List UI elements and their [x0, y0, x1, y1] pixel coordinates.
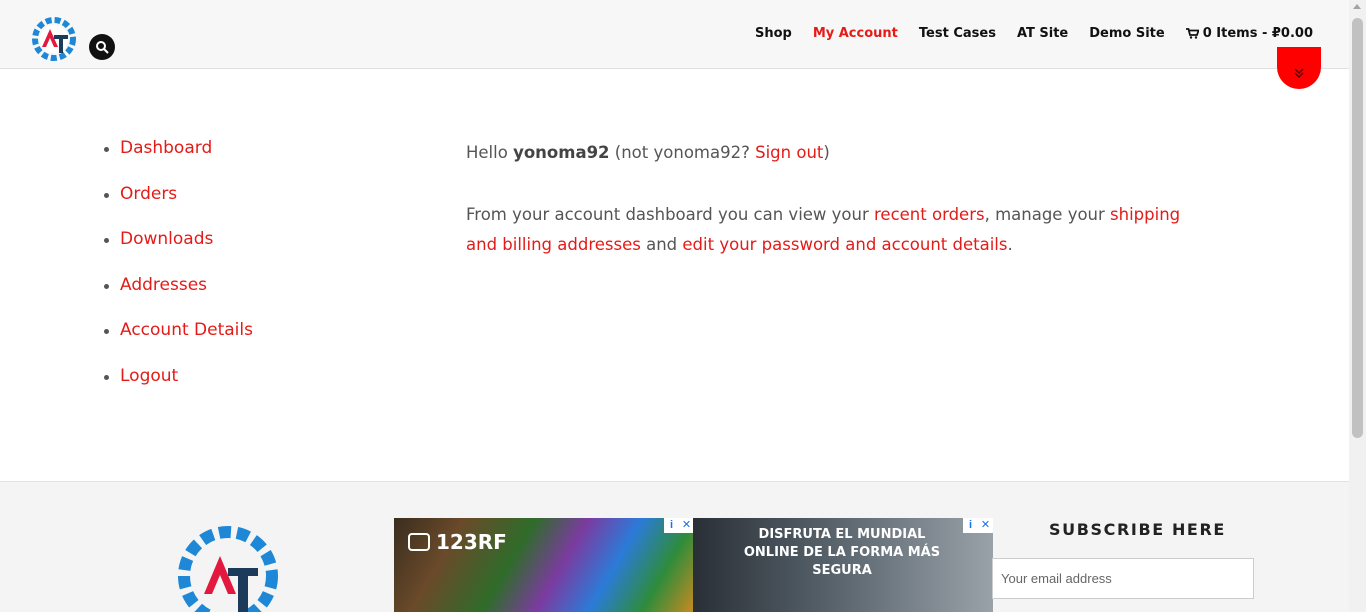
scroll-up-arrow-icon[interactable] — [1353, 4, 1361, 9]
chevron-double-down-icon — [1294, 68, 1304, 79]
camera-icon — [408, 533, 430, 551]
intro-text-1: From your account dashboard you can view… — [466, 205, 875, 224]
site-footer: 123RF i ✕ DISFRUTA EL MUNDIAL ONLINE DE … — [0, 481, 1349, 612]
page: Shop My Account Test Cases AT Site Demo … — [0, 0, 1366, 612]
ad-controls: i ✕ — [963, 518, 993, 533]
ad-brand-text: 123RF — [436, 530, 507, 554]
subscribe-title: SUBSCRIBE HERE — [1049, 520, 1226, 539]
ad-banner-123rf[interactable]: 123RF i ✕ — [394, 518, 694, 612]
greeting-close: ) — [823, 143, 830, 162]
ad-headline: DISFRUTA EL MUNDIAL ONLINE DE LA FORMA M… — [743, 527, 941, 578]
ad-brand: 123RF — [408, 530, 507, 554]
nav-dashboard-link[interactable]: Dashboard — [120, 138, 212, 158]
nav-account-details-link[interactable]: Account Details — [120, 320, 253, 340]
subscribe-email-input[interactable] — [992, 558, 1254, 599]
ad-info-icon[interactable]: i — [963, 518, 978, 533]
search-icon — [96, 41, 109, 54]
account-content: Hello yonoma92 (not yonoma92? Sign out) … — [466, 138, 1206, 260]
username: yonoma92 — [513, 143, 610, 162]
nav-orders-link[interactable]: Orders — [120, 184, 177, 204]
greeting-question: ? — [741, 143, 756, 162]
nav-shop[interactable]: Shop — [755, 26, 792, 41]
dashboard-intro: From your account dashboard you can view… — [466, 200, 1206, 260]
site-logo[interactable] — [28, 13, 80, 65]
cart-icon — [1185, 28, 1199, 39]
scroll-toggle-button[interactable] — [1277, 47, 1321, 89]
search-button[interactable] — [89, 34, 115, 60]
site-header: Shop My Account Test Cases AT Site Demo … — [0, 0, 1349, 69]
intro-text-3: and — [640, 235, 683, 254]
nav-my-account[interactable]: My Account — [813, 26, 898, 41]
cart-label: 0 Items - ₽0.00 — [1202, 26, 1313, 41]
nav-test-cases[interactable]: Test Cases — [919, 26, 996, 41]
footer-logo — [178, 526, 278, 612]
ad-controls: i ✕ — [664, 518, 694, 533]
account-details-link[interactable]: edit your password and account details — [682, 235, 1007, 254]
nav-downloads-link[interactable]: Downloads — [120, 229, 213, 249]
sign-out-link[interactable]: Sign out — [755, 143, 823, 162]
intro-text-4: . — [1007, 235, 1013, 254]
nav-addresses-link[interactable]: Addresses — [120, 275, 207, 295]
ad-banner-mundial[interactable]: DISFRUTA EL MUNDIAL ONLINE DE LA FORMA M… — [693, 518, 993, 612]
page-scrollbar[interactable] — [1349, 0, 1366, 612]
nav-at-site[interactable]: AT Site — [1017, 26, 1068, 41]
greeting-prefix: Hello — [466, 143, 514, 162]
ad-info-icon[interactable]: i — [664, 518, 679, 533]
recent-orders-link[interactable]: recent orders — [874, 205, 985, 224]
intro-text-2: , manage your — [984, 205, 1111, 224]
greeting-text: Hello yonoma92 (not yonoma92? Sign out) — [466, 138, 1206, 168]
nav-demo-site[interactable]: Demo Site — [1089, 26, 1164, 41]
scroll-thumb[interactable] — [1352, 18, 1363, 438]
main-nav: Shop My Account Test Cases AT Site Demo … — [755, 26, 1313, 41]
nav-logout-link[interactable]: Logout — [120, 366, 178, 386]
ad-close-icon[interactable]: ✕ — [978, 518, 993, 533]
ad-close-icon[interactable]: ✕ — [679, 518, 694, 533]
greeting-not: (not — [609, 143, 654, 162]
greeting-not-user: yonoma92 — [653, 143, 742, 162]
nav-cart[interactable]: 0 Items - ₽0.00 — [1185, 26, 1313, 41]
